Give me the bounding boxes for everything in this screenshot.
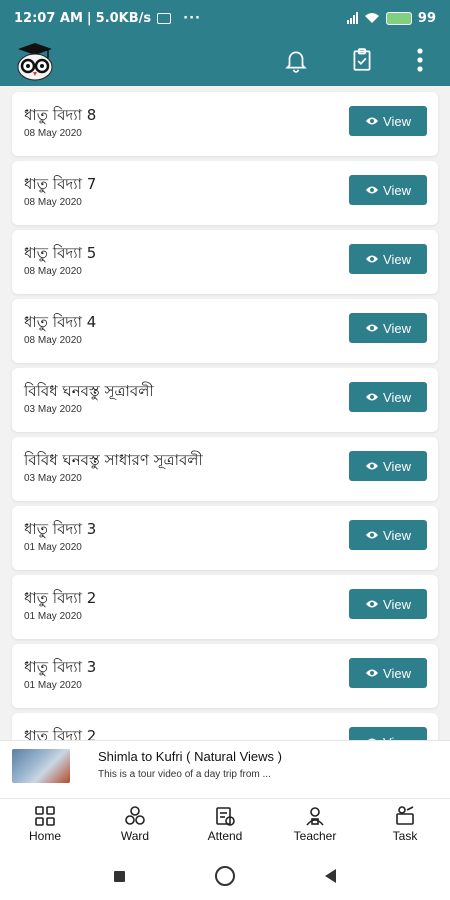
more-vert-icon[interactable] [404,44,436,76]
view-button[interactable]: View [349,520,427,550]
view-button[interactable]: View [349,244,427,274]
view-button-label: View [383,665,411,681]
list-item: বিবিধ ঘনবস্তু সূত্রাবলী 03 May 2020 View [12,368,438,432]
item-date: 08 May 2020 [24,128,82,139]
list-item: বিবিধ ঘনবস্তু সাধারণ সূত্রাবলী 03 May 20… [12,437,438,501]
item-title: বিবিধ ঘনবস্তু সূত্রাবলী [24,382,154,400]
view-button[interactable]: View [349,313,427,343]
list-item: ধাতু বিদ্যা 7 08 May 2020 View [12,161,438,225]
clipboard-check-icon[interactable] [346,44,378,76]
item-title: ধাতু বিদ্যা 2 [24,589,97,607]
view-button[interactable]: View [349,106,427,136]
view-button-label: View [383,389,411,405]
item-date: 08 May 2020 [24,266,82,277]
item-title: ধাতু বিদ্যা 8 [24,106,97,124]
video-ad-bar[interactable]: Shimla to Kufri ( Natural Views ) This i… [0,740,450,798]
back-icon[interactable] [325,869,336,883]
item-title: ধাতু বিদ্যা 5 [24,244,97,262]
status-network-speed: 5.0KB/s [95,10,152,26]
item-date: 08 May 2020 [24,335,82,346]
item-date: 08 May 2020 [24,197,82,208]
view-button-label: View [383,596,411,612]
eye-icon [366,531,379,539]
view-button-label: View [383,182,411,198]
system-nav-bar [0,852,450,900]
item-title: ধাতু বিদ্যা 4 [24,313,97,331]
nav-label: Ward [120,829,150,843]
signal-icon [346,12,358,24]
item-title: ধাতু বিদ্যা 7 [24,175,97,193]
more-notifications-icon: ··· [183,10,201,26]
bell-icon[interactable] [280,44,312,76]
task-icon [393,805,417,827]
item-date: 01 May 2020 [24,542,82,553]
nav-label: Attend [207,829,243,843]
eye-icon [366,186,379,194]
status-bar: 12:07 AM | 5.0KB/s ··· 99 [0,0,450,36]
nav-label: Task [392,829,418,843]
recents-icon[interactable] [114,870,125,882]
teacher-icon [303,805,327,827]
view-button-label: View [383,251,411,267]
app-bar [0,36,450,86]
nav-item-ward[interactable]: Ward [90,799,180,852]
ward-icon [123,805,147,827]
item-date: 03 May 2020 [24,404,82,415]
list-item: ধাতু বিদ্যা 3 01 May 2020 View [12,644,438,708]
eye-icon [366,324,379,332]
view-button[interactable]: View [349,589,427,619]
nav-item-attend[interactable]: Attend [180,799,270,852]
nav-label: Home [28,829,61,843]
item-title: ধাতু বিদ্যা 3 [24,520,97,538]
battery-level: 99 [417,10,436,26]
eye-icon [366,462,379,470]
eye-icon [366,393,379,401]
list-item: ধাতু বিদ্যা 2 01 May 2020 View [12,575,438,639]
list-item: ধাতু বিদ্যা 8 08 May 2020 View [12,92,438,156]
view-button-label: View [383,527,411,543]
view-button[interactable]: View [349,658,427,688]
video-subtitle: This is a tour video of a day trip from … [98,769,271,780]
video-thumbnail[interactable] [12,749,70,783]
eye-icon [366,255,379,263]
item-title: বিবিধ ঘনবস্তু সাধারণ সূত্রাবলী [24,451,203,469]
view-button-label: View [383,320,411,336]
attend-icon [213,805,237,827]
list-item: ধাতু বিদ্যা 5 08 May 2020 View [12,230,438,294]
nav-label: Teacher [293,829,337,843]
view-button[interactable]: View [349,382,427,412]
item-date: 01 May 2020 [24,680,82,691]
owl-graduate-logo[interactable] [14,40,56,82]
view-button-label: View [383,113,411,129]
nav-item-teacher[interactable]: Teacher [270,799,360,852]
eye-icon [366,600,379,608]
nav-item-home[interactable]: Home [0,799,90,852]
item-title: ধাতু বিদ্যা 3 [24,658,97,676]
battery-icon [385,11,412,25]
message-icon [157,12,172,24]
video-title[interactable]: Shimla to Kufri ( Natural Views ) [98,749,282,764]
item-date: 01 May 2020 [24,611,82,622]
status-time: 12:07 AM [14,10,83,26]
nav-item-task[interactable]: Task [360,799,450,852]
list-item: ধাতু বিদ্যা 3 01 May 2020 View [12,506,438,570]
home-grid-icon [33,805,57,827]
view-button[interactable]: View [349,175,427,205]
view-button[interactable]: View [349,451,427,481]
bottom-nav: Home Ward Attend Teacher Task [0,798,450,852]
view-button-label: View [383,458,411,474]
wifi-icon [364,13,379,23]
eye-icon [366,669,379,677]
home-icon[interactable] [215,866,235,886]
eye-icon [366,117,379,125]
list-item: ধাতু বিদ্যা 4 08 May 2020 View [12,299,438,363]
item-date: 03 May 2020 [24,473,82,484]
